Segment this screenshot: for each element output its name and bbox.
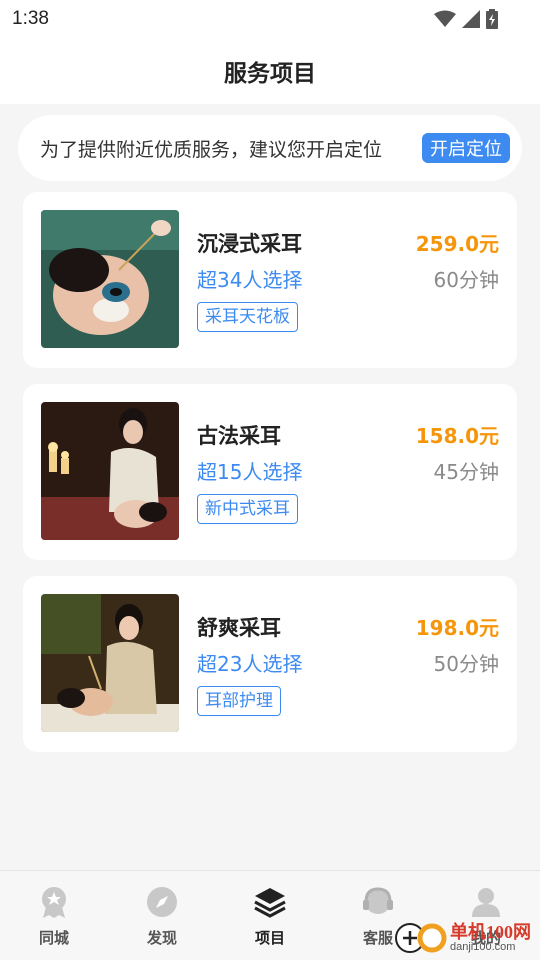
- nav-item-nearby[interactable]: 同城: [0, 871, 108, 960]
- service-name: 古法采耳: [197, 424, 281, 448]
- service-popularity: 超23人选择: [197, 652, 303, 676]
- signal-icon: [462, 10, 480, 28]
- service-thumbnail: [41, 402, 179, 540]
- layers-icon: [253, 885, 287, 919]
- service-card[interactable]: 古法采耳 超15人选择 新中式采耳 158.0元 45分钟: [23, 384, 517, 560]
- badge-icon: [37, 885, 71, 919]
- compass-icon: [145, 885, 179, 919]
- service-thumbnail: [41, 594, 179, 732]
- header: 服务项目: [0, 38, 540, 104]
- service-name: 舒爽采耳: [197, 616, 281, 640]
- nav-label: 项目: [254, 929, 285, 947]
- service-tag: 采耳天花板: [197, 302, 298, 332]
- page-title: 服务项目: [224, 61, 316, 87]
- service-card[interactable]: 舒爽采耳 超23人选择 耳部护理 198.0元 50分钟: [23, 576, 517, 752]
- service-tag: 耳部护理: [197, 686, 281, 716]
- service-price: 198.0元: [415, 616, 499, 640]
- headset-icon: [361, 885, 395, 919]
- watermark-logo-icon: [395, 923, 447, 953]
- user-icon: [469, 885, 503, 919]
- wifi-icon: [434, 10, 456, 27]
- enable-location-button[interactable]: 开启定位: [422, 133, 510, 163]
- status-bar: 1:38: [0, 0, 540, 38]
- nav-label: 客服: [362, 929, 393, 947]
- service-duration: 50分钟: [433, 652, 499, 676]
- service-tag: 新中式采耳: [197, 494, 298, 524]
- service-price: 259.0元: [415, 232, 499, 256]
- watermark-url: danji100.com: [450, 940, 516, 953]
- service-popularity: 超15人选择: [197, 460, 303, 484]
- service-duration: 45分钟: [433, 460, 499, 484]
- nav-label: 同城: [38, 929, 69, 947]
- service-popularity: 超34人选择: [197, 268, 303, 292]
- watermark-text: 单机100网: [450, 921, 531, 942]
- service-card[interactable]: 沉浸式采耳 超34人选择 采耳天花板 259.0元 60分钟: [23, 192, 517, 368]
- service-name: 沉浸式采耳: [197, 232, 302, 256]
- watermark: 单机100网 danji100.com: [394, 916, 540, 960]
- location-banner: 为了提供附近优质服务，建议您开启定位 开启定位: [18, 115, 522, 181]
- nav-item-services[interactable]: 项目: [216, 871, 324, 960]
- service-price: 158.0元: [415, 424, 499, 448]
- nav-label: 发现: [146, 929, 177, 947]
- status-icons: [434, 9, 498, 29]
- location-prompt-text: 为了提供附近优质服务，建议您开启定位: [40, 138, 383, 161]
- service-thumbnail: [41, 210, 179, 348]
- battery-icon: [486, 9, 498, 29]
- status-time: 1:38: [12, 8, 49, 29]
- service-duration: 60分钟: [433, 268, 499, 292]
- nav-item-discover[interactable]: 发现: [108, 871, 216, 960]
